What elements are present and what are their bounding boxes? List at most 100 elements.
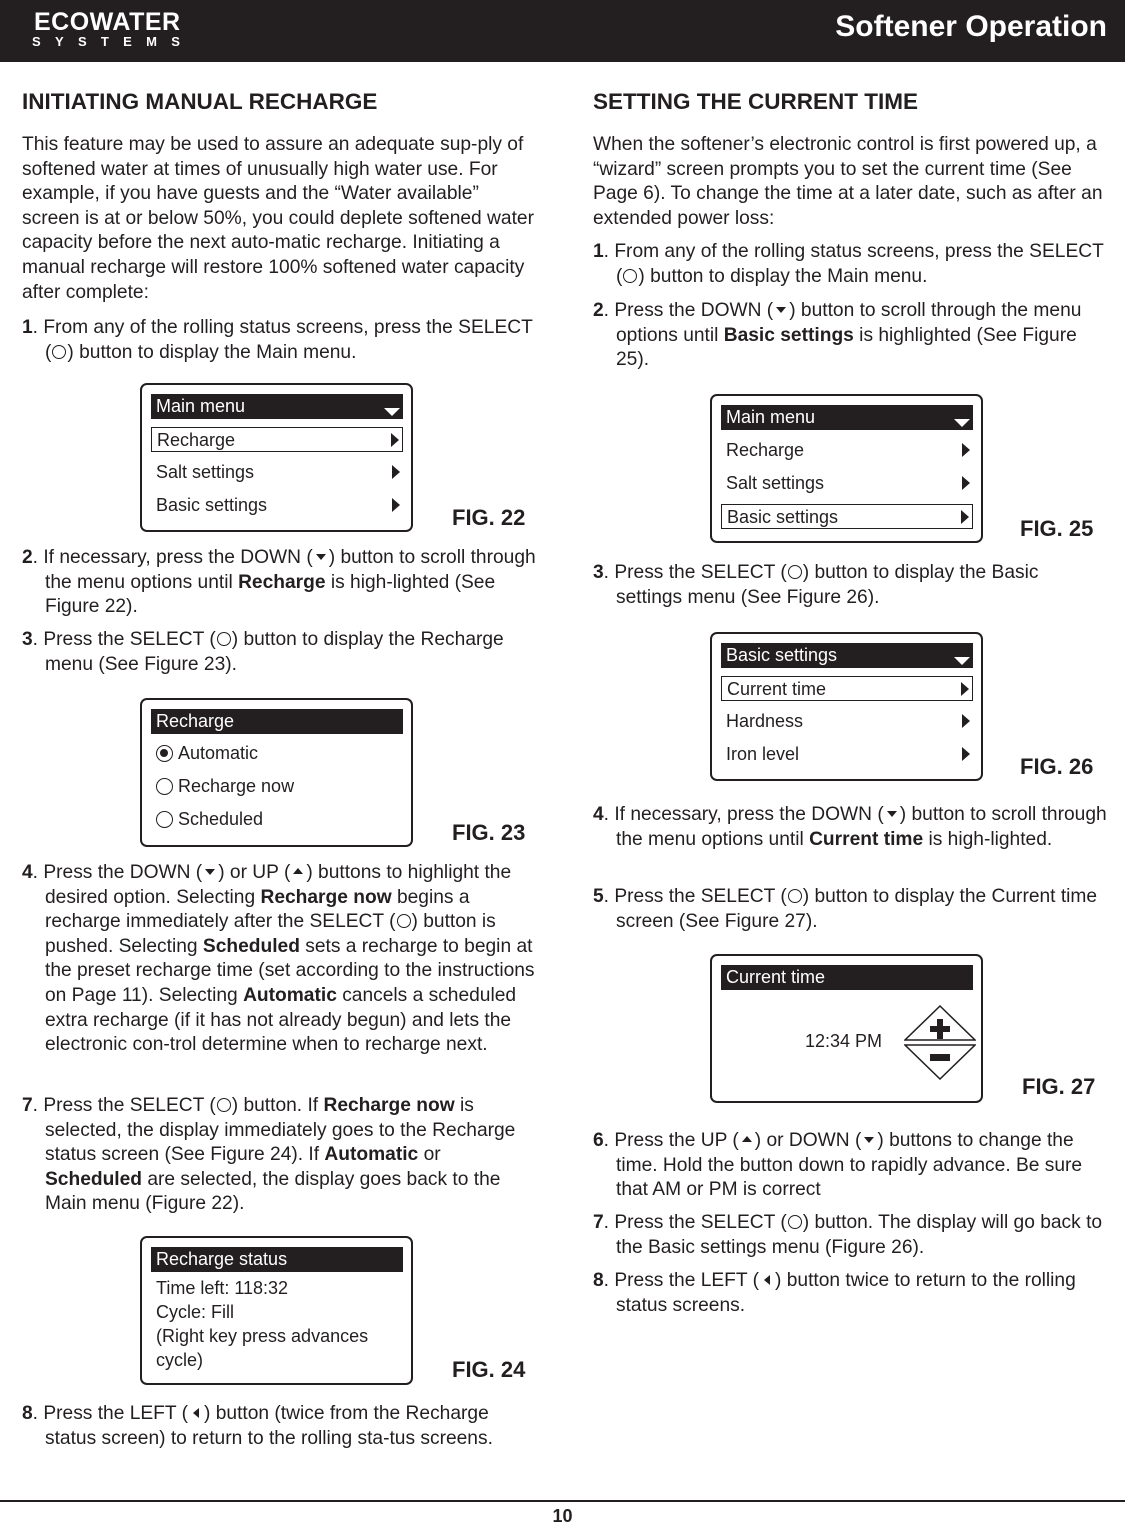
bold-text: 4 bbox=[593, 804, 604, 825]
figure-label: FIG. 25 bbox=[1020, 516, 1094, 541]
step: 8. Press the LEFT () button (twice from … bbox=[22, 1402, 537, 1451]
screen-title: Main menu bbox=[726, 407, 816, 427]
select-button-icon bbox=[787, 889, 803, 903]
down-arrow-icon bbox=[861, 1133, 877, 1147]
menu-item: Hardness bbox=[721, 709, 973, 734]
dropdown-icon bbox=[384, 408, 400, 416]
text: When the softener’s electronic control i… bbox=[593, 134, 1103, 229]
time-value: 12:34 PM bbox=[805, 1031, 883, 1051]
select-button-icon bbox=[51, 344, 67, 359]
figure-label: FIG. 26 bbox=[1020, 754, 1094, 779]
bold-text: Current time bbox=[809, 828, 924, 850]
arrow-right-icon bbox=[962, 443, 970, 457]
radio-option: Automatic bbox=[156, 741, 258, 765]
paragraph: When the softener’s electronic control i… bbox=[593, 133, 1108, 231]
step: 1. From any of the rolling status screen… bbox=[593, 240, 1108, 289]
select-button-icon bbox=[216, 632, 232, 646]
bold-text: Basic settings bbox=[723, 324, 854, 346]
up-arrow-icon bbox=[290, 865, 306, 879]
step: 7. Press the SELECT () button. If Rechar… bbox=[22, 1094, 537, 1217]
screen-title-bar: Recharge status bbox=[151, 1247, 403, 1272]
screen-title: Recharge status bbox=[156, 1249, 288, 1269]
section-title: Softener Operation bbox=[835, 10, 1107, 43]
bold-text: Automatic bbox=[243, 984, 337, 1006]
bold-text: 6 bbox=[593, 1130, 604, 1151]
bold-text: 8 bbox=[593, 1270, 604, 1291]
menu-item: Salt settings bbox=[721, 471, 973, 496]
screen-recharge: Recharge Automatic Recharge now Schedule… bbox=[140, 698, 413, 847]
text: ) button. If bbox=[231, 1095, 324, 1116]
menu-item: Basic settings bbox=[151, 493, 403, 518]
bold-text: 8 bbox=[22, 1403, 33, 1424]
text: . Press the SELECT ( bbox=[603, 1212, 787, 1233]
bold-text: Recharge bbox=[238, 571, 326, 593]
text: or bbox=[418, 1144, 441, 1166]
screen-line: Time left: 118:32 bbox=[156, 1278, 289, 1298]
step: 3. Press the SELECT () button to display… bbox=[22, 628, 537, 677]
step: 5. Press the SELECT () button to display… bbox=[593, 885, 1108, 934]
step: 7. Press the SELECT () button. The displ… bbox=[593, 1211, 1108, 1260]
text: . Press the LEFT ( bbox=[32, 1403, 188, 1424]
arrow-right-icon bbox=[962, 747, 970, 761]
left-arrow-icon bbox=[188, 1406, 204, 1420]
step: 4. Press the DOWN () or UP () buttons to… bbox=[22, 861, 537, 1058]
down-arrow-icon bbox=[313, 550, 329, 564]
footer-rule bbox=[0, 1500, 1125, 1502]
figure-label: FIG. 27 bbox=[1022, 1074, 1096, 1099]
radio-option: Scheduled bbox=[156, 807, 263, 831]
screen-title-bar: Main menu bbox=[151, 394, 403, 419]
menu-item: Basic settings bbox=[721, 504, 973, 529]
screen-basic-settings: Basic settings Current time Hardness Iro… bbox=[710, 632, 983, 781]
text: . If necessary, press the DOWN ( bbox=[603, 804, 884, 825]
plus-minus-icon bbox=[904, 1005, 976, 1080]
bold-text: 5 bbox=[593, 886, 604, 907]
text: ) button to display the Main menu. bbox=[67, 341, 357, 363]
select-button-icon bbox=[787, 1215, 803, 1229]
arrow-right-icon bbox=[961, 510, 969, 524]
paragraph: This feature may be used to assure an ad… bbox=[22, 133, 537, 305]
bold-text: 1 bbox=[22, 317, 33, 338]
screen-line: (Right key press advances bbox=[156, 1326, 369, 1346]
menu-item: Iron level bbox=[721, 742, 973, 767]
menu-item: Current time bbox=[721, 676, 973, 701]
up-arrow-icon bbox=[739, 1133, 755, 1147]
screen-current-time: Current time 12:34 PM bbox=[710, 954, 983, 1103]
arrow-right-icon bbox=[392, 498, 400, 512]
bold-text: Scheduled bbox=[202, 935, 300, 957]
step: 4. If necessary, press the DOWN () butto… bbox=[593, 803, 1108, 852]
text: . Press the SELECT ( bbox=[32, 629, 216, 650]
radio-option: Recharge now bbox=[156, 774, 294, 798]
left-arrow-icon bbox=[759, 1273, 775, 1287]
arrow-right-icon bbox=[961, 682, 969, 696]
dropdown-icon bbox=[954, 657, 970, 665]
screen-recharge-status: Recharge status Time left: 118:32 Cycle:… bbox=[140, 1236, 413, 1385]
step: 8. Press the LEFT () button twice to ret… bbox=[593, 1269, 1108, 1318]
radio-selected-icon bbox=[156, 745, 173, 762]
bold-text: 3 bbox=[593, 562, 604, 583]
select-button-icon bbox=[396, 914, 412, 929]
dropdown-icon bbox=[954, 419, 970, 427]
figure-label: FIG. 22 bbox=[452, 505, 526, 530]
screen-line: cycle) bbox=[156, 1350, 204, 1370]
menu-item: Recharge bbox=[721, 438, 973, 463]
text: . Press the SELECT ( bbox=[603, 562, 787, 583]
heading-current-time: SETTING THE CURRENT TIME bbox=[593, 89, 918, 114]
bold-text: 2 bbox=[22, 547, 33, 568]
radio-icon bbox=[156, 811, 173, 828]
text: ) or UP ( bbox=[218, 862, 291, 883]
text: . Press the LEFT ( bbox=[603, 1270, 759, 1291]
logo-subtitle: SYSTEMS bbox=[32, 34, 195, 49]
screen-title: Recharge bbox=[156, 711, 235, 731]
screen-main-menu: Main menu Recharge Salt settings Basic s… bbox=[710, 394, 983, 543]
bold-text: 3 bbox=[22, 629, 33, 650]
text: is high-lighted. bbox=[923, 828, 1053, 850]
step: 2. If necessary, press the DOWN () butto… bbox=[22, 546, 537, 620]
screen-title: Basic settings bbox=[726, 645, 838, 665]
select-button-icon bbox=[787, 565, 803, 579]
text: . If necessary, press the DOWN ( bbox=[32, 547, 313, 568]
screen-title-bar: Recharge bbox=[151, 709, 403, 734]
bold-text: Recharge now bbox=[260, 886, 392, 908]
text: This feature may be used to assure an ad… bbox=[22, 134, 534, 303]
text: . Press the DOWN ( bbox=[603, 300, 774, 321]
screen-title-bar: Main menu bbox=[721, 405, 973, 430]
